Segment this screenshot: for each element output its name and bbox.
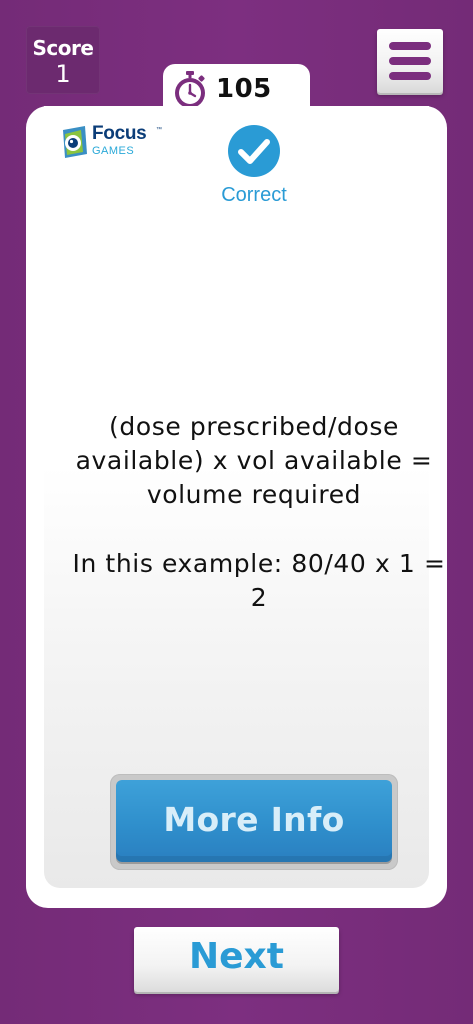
result-label: Correct [221,184,287,206]
more-info-label: More Info [163,800,345,839]
logo-subtitle: GAMES [92,145,135,157]
score-label: Score [32,36,94,60]
explanation-formula: (dose prescribed/dose available) x vol a… [75,412,433,509]
question-card: Focus ™ GAMES Correct (dose prescribed/d… [26,106,447,908]
explanation-example: In this example: 80/40 x 1 = 2 [72,549,446,612]
timer-value: 105 [216,74,272,104]
score-badge: Score 1 [26,26,100,94]
hamburger-menu-icon [389,42,431,80]
stopwatch-icon [175,71,205,108]
focus-eye-logo-icon [63,126,87,158]
score-value: 1 [55,60,71,88]
focus-games-logo: Focus ™ GAMES [61,124,171,164]
menu-button[interactable] [377,29,443,93]
logo-trademark: ™ [156,127,162,133]
more-info-button-face: More Info [116,780,392,862]
logo-name: Focus [92,123,147,144]
game-screen: { "score": { "label": "Score", "value": … [0,0,473,1024]
checkmark-circle-icon [228,125,280,177]
more-info-button[interactable]: More Info [110,774,398,870]
next-button[interactable]: Next [134,927,339,992]
card-content: Focus ™ GAMES Correct (dose prescribed/d… [44,106,445,888]
next-label: Next [189,936,284,977]
